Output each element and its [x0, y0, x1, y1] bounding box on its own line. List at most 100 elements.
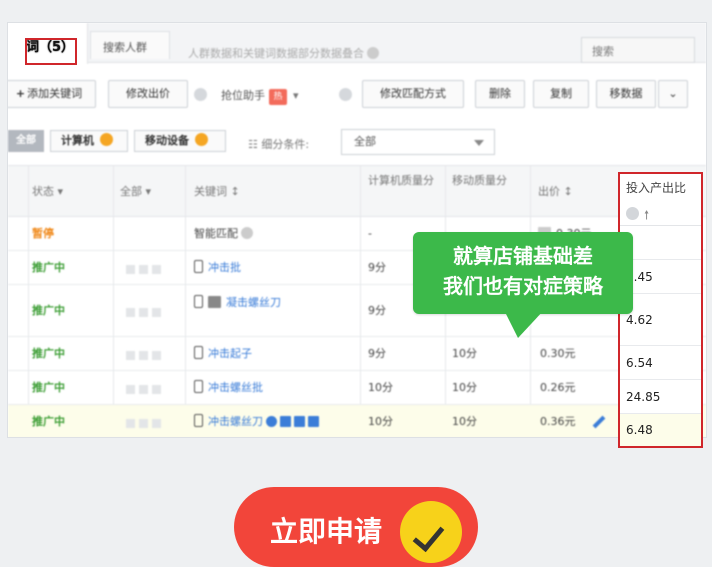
device-toggles — [126, 306, 165, 322]
chevron-down-icon: ▾ — [145, 185, 152, 198]
subdivide-select[interactable]: 全部 — [341, 129, 495, 155]
device-toggles — [126, 263, 165, 279]
chart-icon[interactable] — [294, 416, 305, 427]
phone-icon — [194, 295, 203, 308]
add-keyword-label: 添加关键词 — [27, 87, 83, 100]
keyword-text[interactable]: 冲击批 — [194, 260, 241, 276]
table-row[interactable]: 推广中 冲击起子 9分 10分 0.30元 — [8, 337, 706, 371]
keyword-link[interactable]: 凝击螺丝刀 — [226, 296, 281, 309]
phone-icon — [194, 414, 203, 427]
tab-note-text: 人群数据和关键词数据部分数据叠合 — [188, 47, 364, 60]
rank-helper-label: 抢位助手 — [221, 89, 265, 102]
add-keyword-button[interactable]: + 添加关键词 — [8, 80, 96, 108]
bubble-line-2: 我们也有对症策略 — [443, 274, 603, 298]
status-text: 推广中 — [32, 381, 65, 394]
th-bid-label: 出价 — [538, 185, 560, 198]
status-text: 暂停 — [32, 227, 54, 240]
rank-helper-button[interactable]: 抢位助手热 ▾ — [221, 87, 299, 105]
th-status[interactable]: 状态 ▾ — [32, 183, 63, 201]
bubble-line-1: 就算店铺基础差 — [453, 244, 593, 268]
help-icon[interactable] — [626, 207, 639, 220]
mobile-quality: 10分 — [452, 415, 477, 428]
keyword-text[interactable]: 冲击起子 — [194, 346, 252, 362]
roi-cell: 6.48 — [620, 414, 701, 446]
edit-icon[interactable] — [592, 415, 606, 429]
toolbar: + 添加关键词 修改出价 抢位助手热 ▾ 修改匹配方式 删除 复制 移数据 ⌄ — [8, 80, 706, 108]
modify-match-button[interactable]: 修改匹配方式 — [362, 80, 464, 108]
keyword-panel: 词（5） 搜索人群 人群数据和关键词数据部分数据叠合 搜索 + 添加关键词 修改出… — [7, 22, 707, 438]
search-input[interactable]: 搜索 — [581, 37, 695, 63]
table-row[interactable]: 推广中 冲击螺丝刀 10分 10分 0.36元 — [8, 405, 706, 437]
roi-column-header[interactable]: 投入产出比 🠕 — [620, 174, 701, 226]
roi-column-title: 投入产出比 — [626, 181, 687, 195]
filter-icon: ☷ — [248, 138, 262, 151]
bubble-tail — [504, 310, 544, 338]
th-all[interactable]: 全部 ▾ — [120, 183, 151, 201]
pc-quality: 9分 — [368, 304, 386, 317]
status-text: 推广中 — [32, 304, 65, 317]
help-icon[interactable] — [367, 47, 379, 59]
keyword-text[interactable]: 冲击螺丝批 — [194, 380, 263, 396]
keyword-link[interactable]: 冲击起子 — [208, 347, 252, 360]
th-keyword-label: 关键词 — [194, 185, 227, 198]
help-icon[interactable] — [339, 88, 352, 101]
highlight-box — [25, 38, 77, 65]
device-toggles — [126, 417, 165, 433]
keyword-link[interactable]: 冲击螺丝刀 — [208, 415, 263, 428]
th-pc-quality-label: 计算机质量分 — [368, 174, 434, 187]
th-mobile-quality-label: 移动质量分 — [452, 174, 507, 187]
phone-icon — [194, 260, 203, 273]
sort-icon: ↕ — [230, 185, 240, 198]
help-icon[interactable] — [241, 227, 253, 239]
tab-search-crowd[interactable]: 搜索人群 — [90, 31, 170, 59]
th-bid[interactable]: 出价 ↕ — [538, 183, 573, 201]
bid-value[interactable]: 0.26元 — [540, 380, 576, 396]
trash-icon[interactable] — [308, 416, 319, 427]
monitor-icon — [208, 296, 221, 308]
phone-icon — [194, 380, 203, 393]
status-text: 推广中 — [32, 261, 65, 274]
pc-quality: 9分 — [368, 261, 386, 274]
subdivide-label: ☷ 细分条件: — [248, 136, 309, 152]
modify-bid-button[interactable]: 修改出价 — [108, 80, 188, 108]
target-icon[interactable] — [266, 416, 277, 427]
th-status-label: 状态 — [32, 185, 54, 198]
th-pc-quality[interactable]: 计算机质量分 — [368, 172, 444, 190]
pc-quality: - — [368, 227, 372, 240]
bid-value[interactable]: 0.36元 — [540, 414, 576, 430]
keyword-text: 智能匹配 — [194, 226, 253, 242]
subdivide-label-text: 细分条件: — [261, 138, 310, 151]
sort-icon: ↕ — [563, 185, 573, 198]
bid-value[interactable]: 0.30元 — [540, 346, 576, 362]
filter-row: 全部 计算机 移动设备 ☷ 细分条件: 全部 — [8, 127, 706, 155]
keyword-link[interactable]: 冲击批 — [208, 261, 241, 274]
th-mobile-quality[interactable]: 移动质量分 — [452, 172, 526, 190]
copy-icon[interactable] — [280, 416, 291, 427]
table-row[interactable]: 推广中 冲击螺丝批 10分 10分 0.26元 — [8, 371, 706, 405]
chevron-down-icon[interactable]: ▾ — [293, 89, 299, 102]
info-icon — [100, 133, 113, 146]
chevron-down-icon[interactable]: ⌄ — [658, 80, 688, 108]
device-toggles — [126, 349, 165, 365]
roi-cell: 6.54 — [620, 346, 701, 380]
apply-now-button[interactable]: 立即申请 — [234, 487, 478, 567]
tab-note: 人群数据和关键词数据部分数据叠合 — [188, 45, 379, 61]
keyword-text[interactable]: 凝击螺丝刀 — [194, 295, 284, 311]
keyword-label: 智能匹配 — [194, 227, 238, 240]
subdivide-value: 全部 — [354, 135, 376, 148]
keyword-text[interactable]: 冲击螺丝刀 — [194, 414, 319, 430]
sync-data-button[interactable]: 移数据 — [596, 80, 656, 108]
device-toggles — [126, 383, 165, 399]
keyword-link[interactable]: 冲击螺丝批 — [208, 381, 263, 394]
help-icon[interactable] — [194, 88, 207, 101]
status-text: 推广中 — [32, 415, 65, 428]
th-keyword[interactable]: 关键词 ↕ — [194, 183, 240, 201]
delete-button[interactable]: 删除 — [475, 80, 525, 108]
sort-up-icon[interactable]: 🠕 — [644, 206, 649, 227]
filter-computer-label: 计算机 — [61, 134, 94, 147]
filter-all-tag[interactable]: 全部 — [8, 130, 44, 152]
filter-computer[interactable]: 计算机 — [50, 130, 128, 152]
mobile-quality: 10分 — [452, 347, 477, 360]
filter-mobile[interactable]: 移动设备 — [134, 130, 226, 152]
copy-button[interactable]: 复制 — [533, 80, 589, 108]
